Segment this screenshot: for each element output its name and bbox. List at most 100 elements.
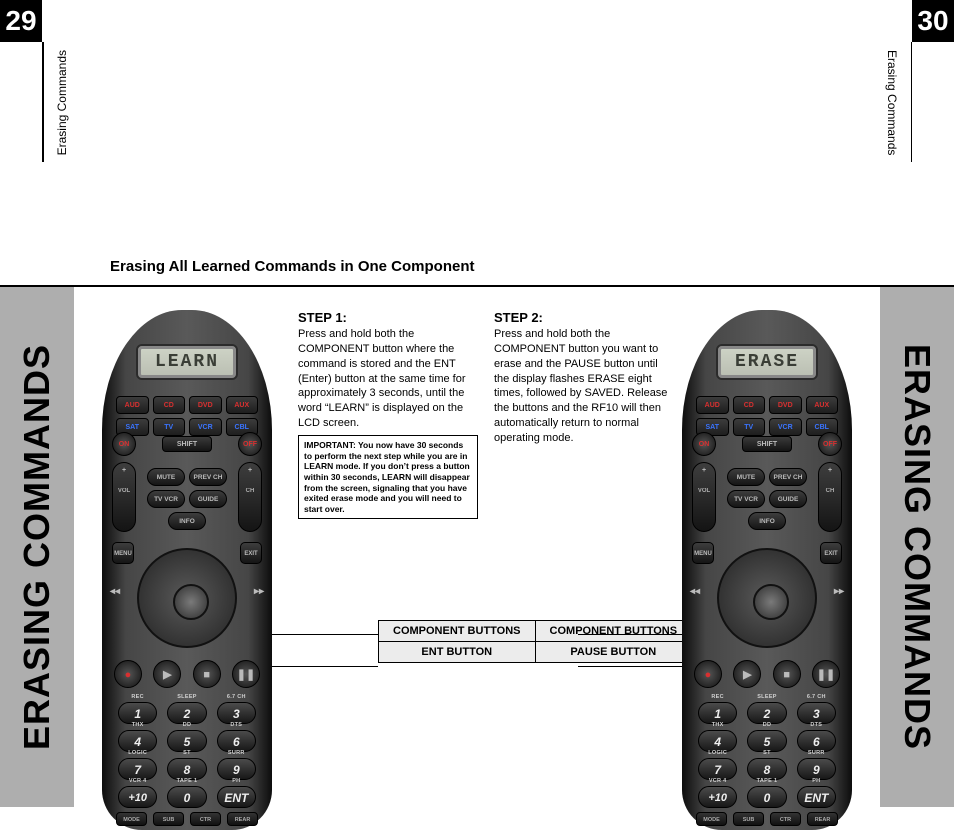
component-button-row1: AUD CD DVD AUX [696,396,838,414]
sidebar-title-right: ERASING COMMANDS [880,287,954,807]
component-button: CD [153,396,186,414]
mode-button: SUB [153,812,184,826]
manual-spread: 29 30 Erasing Commands Erasing Commands … [0,0,954,807]
num-button: VCR 4+10 [118,786,157,808]
remote-lcd: LEARN [136,344,238,380]
rec-button: ● [114,660,142,688]
sidebar-title-left: ERASING COMMANDS [0,287,74,807]
dpad [717,548,817,648]
mute-button: MUTE [727,468,765,486]
mode-button-row: MODE SUB CTR REAR [116,812,258,826]
ent-button: PHENT [217,786,256,808]
mode-button: SUB [733,812,764,826]
callout-left-bottom: ENT BUTTON [379,642,536,663]
remote-lcd: ERASE [716,344,818,380]
pause-button: ❚❚ [812,660,840,688]
component-button: DVD [189,396,222,414]
channel-rocker: +CH [818,462,842,532]
pause-button: ❚❚ [232,660,260,688]
remote-illustration-left: LEARN AUD CD DVD AUX SAT TV VCR CBL ON O… [98,310,276,830]
prevch-button: PREV CH [189,468,227,486]
stop-button: ■ [773,660,801,688]
component-button: TV [153,418,186,436]
menu-button: MENU [692,542,714,564]
step1-body: Press and hold both the COMPONENT button… [298,327,478,431]
component-button-row1: AUD CD DVD AUX [116,396,258,414]
component-button-row2: SAT TV VCR CBL [116,418,258,436]
step1-title: STEP 1: [298,310,478,325]
shift-button: SHIFT [162,436,212,452]
mode-button-row: MODE SUB CTR REAR [696,812,838,826]
seek-back-icon: ◂◂ [110,586,120,597]
play-button: ▶ [153,660,181,688]
num-button: TAPE 10 [167,786,206,808]
component-button-row2: SAT TV VCR CBL [696,418,838,436]
mode-button: CTR [190,812,221,826]
on-button: ON [692,432,716,456]
running-rule-right [911,42,913,162]
oval-button-group: MUTE PREV CH TV VCR GUIDE INFO [142,468,232,530]
num-button: DTS6 [217,730,256,752]
off-button: OFF [238,432,262,456]
mode-button: MODE [696,812,727,826]
num-button: ST8 [747,758,786,780]
volume-rocker: +VOL [692,462,716,532]
step2-title: STEP 2: [494,310,674,325]
shift-button: SHIFT [742,436,792,452]
component-button: VCR [769,418,802,436]
component-button: DVD [769,396,802,414]
leader-line [259,634,378,635]
exit-button: EXIT [240,542,262,564]
step2-body: Press and hold both the COMPONENT button… [494,327,674,446]
component-button: TV [733,418,766,436]
mode-button: MODE [116,812,147,826]
seek-fwd-icon: ▸▸ [834,586,844,597]
seek-back-icon: ◂◂ [690,586,700,597]
guide-button: GUIDE [189,490,227,508]
oval-button-group: MUTE PREV CH TV VCR GUIDE INFO [722,468,812,530]
menu-button: MENU [112,542,134,564]
sidebar-title-text: ERASING COMMANDS [896,344,938,750]
seek-fwd-icon: ▸▸ [254,586,264,597]
tvvcr-button: TV VCR [727,490,765,508]
num-button: THX4 [118,730,157,752]
on-button: ON [112,432,136,456]
running-head-right: Erasing Commands [885,50,899,155]
rec-button: ● [694,660,722,688]
num-button: SLEEP2 [167,702,206,724]
callout-right-top: COMPONENT BUTTONS [535,621,692,642]
play-button: ▶ [733,660,761,688]
component-button: AUD [116,396,149,414]
page-number-left: 29 [0,0,42,42]
mode-button: REAR [227,812,258,826]
num-button: DTS6 [797,730,836,752]
num-button: REC1 [698,702,737,724]
num-button: THX4 [698,730,737,752]
num-button: SLEEP2 [747,702,786,724]
num-button: SURR9 [797,758,836,780]
volume-rocker: +VOL [112,462,136,532]
num-button: ST8 [167,758,206,780]
num-button: SURR9 [217,758,256,780]
section-heading: Erasing All Learned Commands in One Comp… [110,258,475,275]
num-button: 6.7 CH3 [797,702,836,724]
mode-button: REAR [807,812,838,826]
page-number-right: 30 [912,0,954,42]
component-button: VCR [189,418,222,436]
number-pad: REC1 SLEEP2 6.7 CH3 THX4 DD5 DTS6 LOGIC7… [118,702,256,808]
tvvcr-button: TV VCR [147,490,185,508]
off-button: OFF [818,432,842,456]
num-button: TAPE 10 [747,786,786,808]
stop-button: ■ [193,660,221,688]
running-rule-left [42,42,44,162]
num-button: REC1 [118,702,157,724]
callout-right-bottom: PAUSE BUTTON [535,642,692,663]
exit-button: EXIT [820,542,842,564]
important-note: IMPORTANT: You now have 30 seconds to pe… [298,435,478,519]
mute-button: MUTE [147,468,185,486]
transport-row: ● ▶ ■ ❚❚ [694,660,840,688]
channel-rocker: +CH [238,462,262,532]
num-button: LOGIC7 [698,758,737,780]
callout-table: COMPONENT BUTTONS COMPONENT BUTTONS ENT … [378,620,692,663]
component-button: AUD [696,396,729,414]
